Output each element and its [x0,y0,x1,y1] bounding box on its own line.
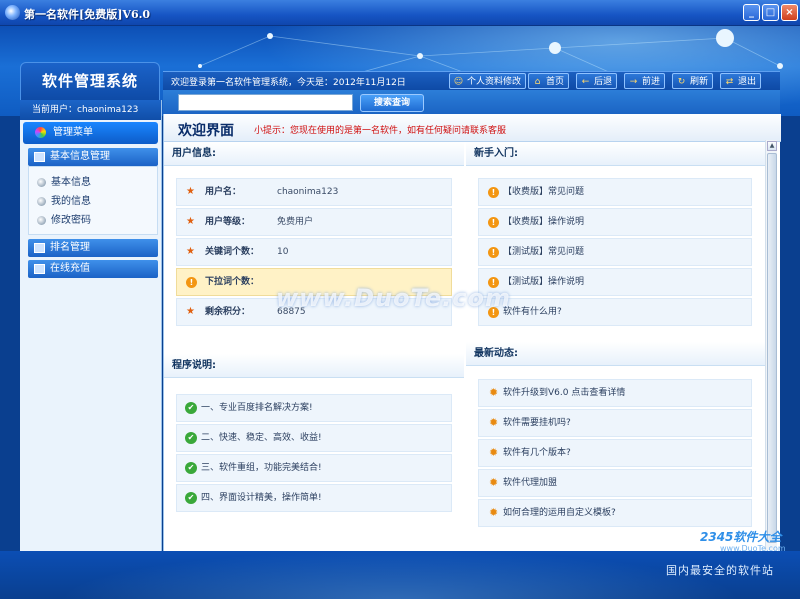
scrollbar[interactable]: ▲ [765,140,777,550]
forward-button[interactable]: →前进 [624,73,665,89]
watermark-slogan: 国内最安全的软件站 [666,562,774,578]
scroll-up-icon[interactable]: ▲ [767,141,777,151]
title-bar: 第一名软件[免费版]V6.0 _ □ × [0,0,800,26]
news-link[interactable]: ✹软件升级到V6.0 点击查看详情 [478,379,752,407]
scroll-thumb[interactable] [767,153,777,543]
folder-icon [34,243,45,253]
bullet-icon [37,178,46,187]
main-content: 欢迎界面 小提示：您现在使用的是第一名软件，如有任何疑问请联系客服 用户信息: … [163,114,780,551]
welcome-text: 欢迎登录第一名软件管理系统，今天是：2012年11月12日 [171,75,406,88]
search-input[interactable] [178,94,353,111]
tip-text: 小提示：您现在使用的是第一名软件，如有任何疑问请联系客服 [254,123,506,136]
program-heading: 程序说明: [164,354,464,378]
check-icon: ✔ [185,432,197,444]
user-info-row: ★用户等级：免费用户 [176,208,452,236]
folder-icon [34,152,45,162]
program-item: ✔二、快速、稳定、高效、收益! [176,424,452,452]
page-title: 欢迎界面 [178,120,234,140]
sidebar-group-basic-info[interactable]: 基本信息管理 [28,148,158,166]
check-icon: ✔ [185,402,197,414]
info-icon: ! [488,217,499,228]
star-icon: ★ [186,239,195,265]
news-heading: 最新动态: [466,342,766,366]
user-info-row: ★关键词个数：10 [176,238,452,266]
maximize-button[interactable]: □ [762,4,779,21]
back-button[interactable]: ←后退 [576,73,617,89]
warning-icon: ! [186,277,197,288]
sidebar-item-my-info[interactable]: 我的信息 [29,192,157,211]
beginner-heading: 新手入门: [466,142,766,166]
news-link[interactable]: ✹软件有几个版本? [478,439,752,467]
app-brand: 软件管理系统 [20,62,160,102]
current-user-label: 当前用户：chaonima123 [20,100,161,120]
sidebar-submenu: 基本信息 我的信息 修改密码 [28,166,158,235]
sun-icon: ✹ [489,440,498,466]
star-icon: ★ [186,179,195,205]
refresh-button[interactable]: ↻刷新 [672,73,713,89]
home-icon: ⌂ [532,77,543,87]
news-link[interactable]: ✹软件代理加盟 [478,469,752,497]
watermark-brand: 2345软件大全 [700,528,781,545]
program-item: ✔四、界面设计精美，操作简单! [176,484,452,512]
search-bar: 搜索查询 [163,90,780,114]
check-icon: ✔ [185,492,197,504]
beginner-link[interactable]: !软件有什么用? [478,298,752,326]
exit-icon: ⇄ [724,77,735,87]
sidebar: 当前用户：chaonima123 管理菜单 基本信息管理 基本信息 我的信息 修… [20,100,162,551]
news-link[interactable]: ✹软件需要挂机吗? [478,409,752,437]
menu-header: 管理菜单 [23,122,158,144]
sidebar-group-ranking[interactable]: 排名管理 [28,239,158,257]
sidebar-item-change-password[interactable]: 修改密码 [29,211,157,230]
program-item: ✔三、软件重组，功能完美结合! [176,454,452,482]
info-bar: 欢迎登录第一名软件管理系统，今天是：2012年11月12日 ☺个人资料修改 ⌂首… [163,71,780,90]
user-info-row: ★用户名：chaonima123 [176,178,452,206]
watermark-url: www.DuoTe.com [720,544,786,553]
sidebar-group-recharge[interactable]: 在线充值 [28,260,158,278]
forward-icon: → [628,77,639,87]
welcome-header: 欢迎界面 小提示：您现在使用的是第一名软件，如有任何疑问请联系客服 [164,114,781,142]
minimize-button[interactable]: _ [743,4,760,21]
search-button[interactable]: 搜索查询 [360,94,424,112]
check-icon: ✔ [185,462,197,474]
info-icon: ! [488,187,499,198]
sun-icon: ✹ [489,380,498,406]
window-title: 第一名软件[免费版]V6.0 [24,6,150,22]
profile-edit-button[interactable]: ☺个人资料修改 [449,73,526,89]
bullet-icon [37,216,46,225]
beginner-link[interactable]: !【测试版】操作说明 [478,268,752,296]
program-item: ✔一、专业百度排名解决方案! [176,394,452,422]
sidebar-item-basic-info[interactable]: 基本信息 [29,173,157,192]
sun-icon: ✹ [489,410,498,436]
watermark-2345: 2345软件大全 www.DuoTe.com 国内最安全的软件站 [660,520,800,578]
bullet-icon [37,197,46,206]
refresh-icon: ↻ [676,77,687,87]
back-icon: ← [580,77,591,87]
info-icon: ! [488,247,499,258]
sun-icon: ✹ [489,470,498,496]
home-button[interactable]: ⌂首页 [528,73,569,89]
folder-icon [34,264,45,274]
exit-button[interactable]: ⇄退出 [720,73,761,89]
beginner-link[interactable]: !【收费版】操作说明 [478,208,752,236]
close-button[interactable]: × [781,4,798,21]
beginner-link[interactable]: !【测试版】常见问题 [478,238,752,266]
beginner-link[interactable]: !【收费版】常见问题 [478,178,752,206]
duote-watermark: www.DuoTe.com [276,284,511,312]
star-icon: ★ [186,299,195,325]
user-info-heading: 用户信息: [164,142,464,166]
color-ball-icon [35,127,46,138]
app-icon [5,5,20,20]
sun-icon: ✹ [489,500,498,526]
star-icon: ★ [186,209,195,235]
person-icon: ☺ [453,77,464,87]
